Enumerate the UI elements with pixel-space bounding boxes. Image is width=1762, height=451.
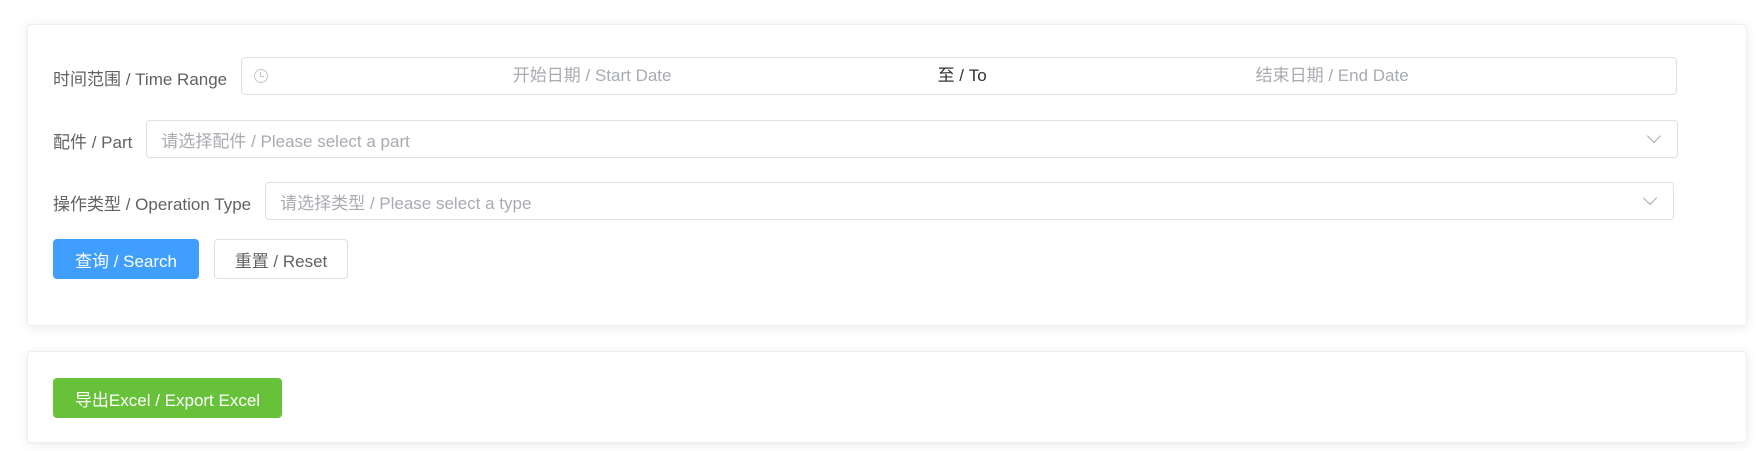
search-button[interactable]: 查询 / Search	[53, 239, 199, 279]
reset-button[interactable]: 重置 / Reset	[214, 239, 348, 279]
clock-icon	[254, 69, 269, 83]
operation-type-select-placeholder: 请选择类型 / Please select a type	[280, 193, 532, 213]
range-separator: 至 / To	[937, 66, 987, 85]
part-select-placeholder: 请选择配件 / Please select a part	[161, 131, 410, 151]
export-card: 导出Excel / Export Excel	[27, 351, 1747, 443]
end-date-input[interactable]: 结束日期 / End Date	[1022, 58, 1642, 94]
date-range-picker[interactable]: 开始日期 / Start Date 至 / To 结束日期 / End Date	[241, 57, 1678, 95]
operation-type-select[interactable]: 请选择类型 / Please select a type	[265, 182, 1675, 220]
chevron-down-icon[interactable]	[1647, 128, 1662, 144]
part-row: 配件 / Part 请选择配件 / Please select a part	[53, 115, 1679, 163]
part-label: 配件 / Part	[53, 133, 133, 152]
export-excel-button[interactable]: 导出Excel / Export Excel	[53, 378, 282, 418]
operation-type-row: 操作类型 / Operation Type 请选择类型 / Please sel…	[53, 177, 1675, 225]
start-date-input[interactable]: 开始日期 / Start Date	[282, 58, 902, 94]
time-range-label: 时间范围 / Time Range	[53, 70, 228, 89]
time-range-row: 时间范围 / Time Range 开始日期 / Start Date 至 / …	[53, 52, 1678, 100]
chevron-down-icon[interactable]	[1643, 190, 1658, 206]
part-select[interactable]: 请选择配件 / Please select a part	[146, 120, 1679, 158]
filter-card: 时间范围 / Time Range 开始日期 / Start Date 至 / …	[27, 24, 1747, 326]
operation-type-label: 操作类型 / Operation Type	[53, 195, 252, 214]
